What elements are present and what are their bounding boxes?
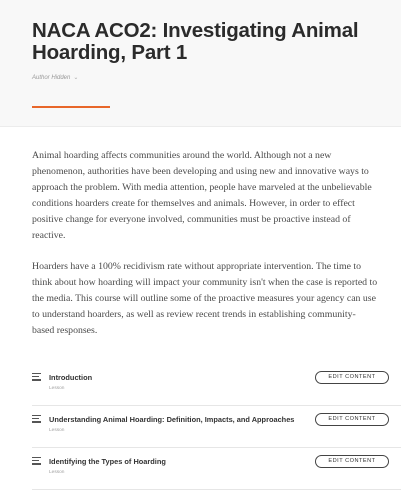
lesson-type: Lesson	[49, 470, 65, 475]
author-name: Author Hidden	[32, 75, 71, 81]
description-paragraph-2: Hoarders have a 100% recidivism rate wit…	[32, 259, 401, 339]
description-paragraph-1: Animal hoarding affects communities arou…	[32, 148, 401, 245]
lesson-row[interactable]: Identifying the Types of Hoarding Lesson…	[32, 448, 401, 490]
drag-handle-icon[interactable]	[32, 415, 42, 423]
lesson-title[interactable]: Identifying the Types of Hoarding	[49, 457, 166, 466]
description-line: reactive.	[32, 230, 66, 242]
description-line: positive change for everyone involved, c…	[32, 214, 351, 226]
edit-content-button[interactable]: EDIT CONTENT	[315, 371, 389, 384]
lesson-title[interactable]: Understanding Animal Hoarding: Definitio…	[49, 415, 294, 424]
edit-content-button[interactable]: EDIT CONTENT	[315, 413, 389, 426]
lesson-type: Lesson	[49, 386, 65, 391]
accent-divider	[32, 106, 110, 108]
description-line: to understand hoarders, as well as revie…	[32, 309, 356, 321]
description-line: based responses.	[32, 325, 98, 337]
edit-content-button[interactable]: EDIT CONTENT	[315, 455, 389, 468]
lesson-title[interactable]: Introduction	[49, 373, 92, 382]
description-line: Hoarders have a 100% recidivism rate wit…	[32, 261, 361, 272]
course-header: NACA ACO2: Investigating Animal Hoarding…	[0, 0, 401, 127]
description-line: phenomenon, authorities have been develo…	[32, 166, 369, 178]
chevron-down-icon: ⌄	[73, 75, 79, 81]
lesson-row[interactable]: Understanding Animal Hoarding: Definitio…	[32, 406, 401, 448]
author-dropdown[interactable]: Author Hidden ⌄	[32, 74, 78, 81]
description-line: conditions hoarders create for themselve…	[32, 198, 355, 210]
drag-handle-icon[interactable]	[32, 457, 42, 465]
course-title: NACA ACO2: Investigating Animal Hoarding…	[32, 19, 359, 64]
description-line: the media. This course will outline some…	[32, 293, 376, 305]
lesson-type: Lesson	[49, 428, 65, 433]
description-line: Animal hoarding affects communities arou…	[32, 150, 332, 161]
lesson-row[interactable]: Introduction Lesson EDIT CONTENT	[32, 364, 401, 406]
drag-handle-icon[interactable]	[32, 373, 42, 381]
description-line: approach the problem. With media attenti…	[32, 182, 372, 194]
description-line: think about how hoarding will impact you…	[32, 277, 378, 289]
lesson-list: Introduction Lesson EDIT CONTENT Underst…	[32, 364, 401, 490]
